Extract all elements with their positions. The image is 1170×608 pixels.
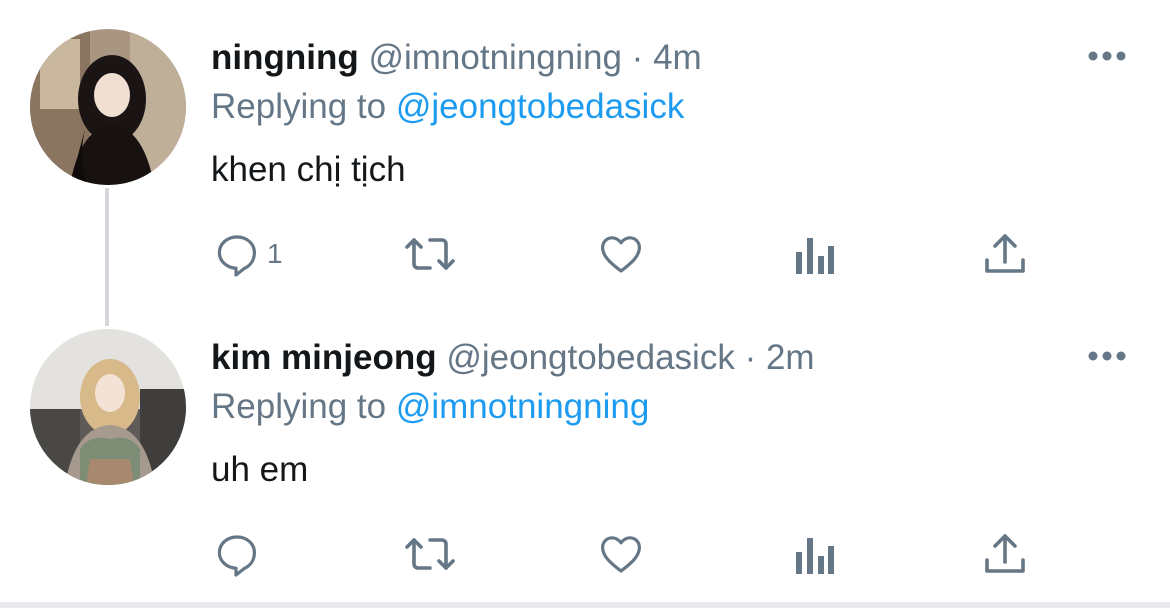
separator-dot: · bbox=[631, 38, 644, 77]
reply-icon bbox=[217, 235, 256, 277]
ningning-avatar-image bbox=[30, 29, 186, 185]
tweet-header: kim minjeong @jeongtobedasick · 2m bbox=[211, 338, 815, 378]
like-icon bbox=[601, 536, 641, 573]
separator-dot: · bbox=[744, 338, 757, 377]
share-icon bbox=[985, 234, 1025, 273]
user-handle[interactable]: @imnotningning bbox=[368, 38, 621, 77]
tweet-ningning[interactable]: ningning @imnotningning · 4m Replying to… bbox=[0, 0, 1170, 300]
like-icon bbox=[601, 236, 641, 273]
share-icon bbox=[985, 534, 1025, 573]
like-button[interactable] bbox=[597, 229, 645, 279]
tweet-thread: ningning @imnotningning · 4m Replying to… bbox=[0, 0, 1170, 608]
reply-button[interactable] bbox=[213, 529, 267, 579]
user-handle[interactable]: @jeongtobedasick bbox=[446, 338, 735, 377]
avatar[interactable] bbox=[30, 29, 186, 185]
bottom-divider bbox=[0, 602, 1170, 608]
tweet-text: khen chị tịch bbox=[211, 150, 406, 189]
more-options-button[interactable] bbox=[1085, 46, 1129, 66]
analytics-button[interactable] bbox=[792, 229, 836, 279]
share-button[interactable] bbox=[982, 229, 1028, 279]
timestamp[interactable]: 4m bbox=[653, 38, 702, 77]
replying-to-label: Replying to bbox=[211, 87, 387, 126]
retweet-button[interactable] bbox=[404, 529, 456, 579]
tweet-kim-minjeong[interactable]: kim minjeong @jeongtobedasick · 2m Reply… bbox=[0, 300, 1170, 600]
like-button[interactable] bbox=[597, 529, 645, 579]
avatar[interactable] bbox=[30, 329, 186, 485]
reply-count: 1 bbox=[267, 238, 283, 269]
replying-to: Replying to @jeongtobedasick bbox=[211, 87, 684, 127]
tweet-text: uh em bbox=[211, 450, 309, 489]
tweet-actions bbox=[0, 529, 1170, 579]
tweet-actions: 1 bbox=[0, 229, 1170, 279]
timestamp[interactable]: 2m bbox=[766, 338, 815, 377]
analytics-icon bbox=[796, 538, 834, 574]
display-name[interactable]: ningning bbox=[211, 38, 359, 77]
more-icon bbox=[1088, 51, 1126, 61]
reply-icon bbox=[217, 535, 256, 577]
analytics-icon bbox=[796, 238, 834, 274]
replying-to-link[interactable]: @imnotningning bbox=[396, 387, 649, 426]
retweet-button[interactable] bbox=[404, 229, 456, 279]
replying-to-label: Replying to bbox=[211, 387, 387, 426]
retweet-icon bbox=[405, 238, 455, 270]
analytics-button[interactable] bbox=[792, 529, 836, 579]
retweet-icon bbox=[405, 538, 455, 570]
reply-button[interactable]: 1 bbox=[213, 229, 283, 279]
more-options-button[interactable] bbox=[1085, 346, 1129, 366]
more-icon bbox=[1088, 351, 1126, 361]
replying-to: Replying to @imnotningning bbox=[211, 387, 649, 427]
tweet-header: ningning @imnotningning · 4m bbox=[211, 38, 702, 78]
replying-to-link[interactable]: @jeongtobedasick bbox=[396, 87, 685, 126]
display-name[interactable]: kim minjeong bbox=[211, 338, 437, 377]
share-button[interactable] bbox=[982, 529, 1028, 579]
kim-minjeong-avatar-image bbox=[30, 329, 186, 485]
